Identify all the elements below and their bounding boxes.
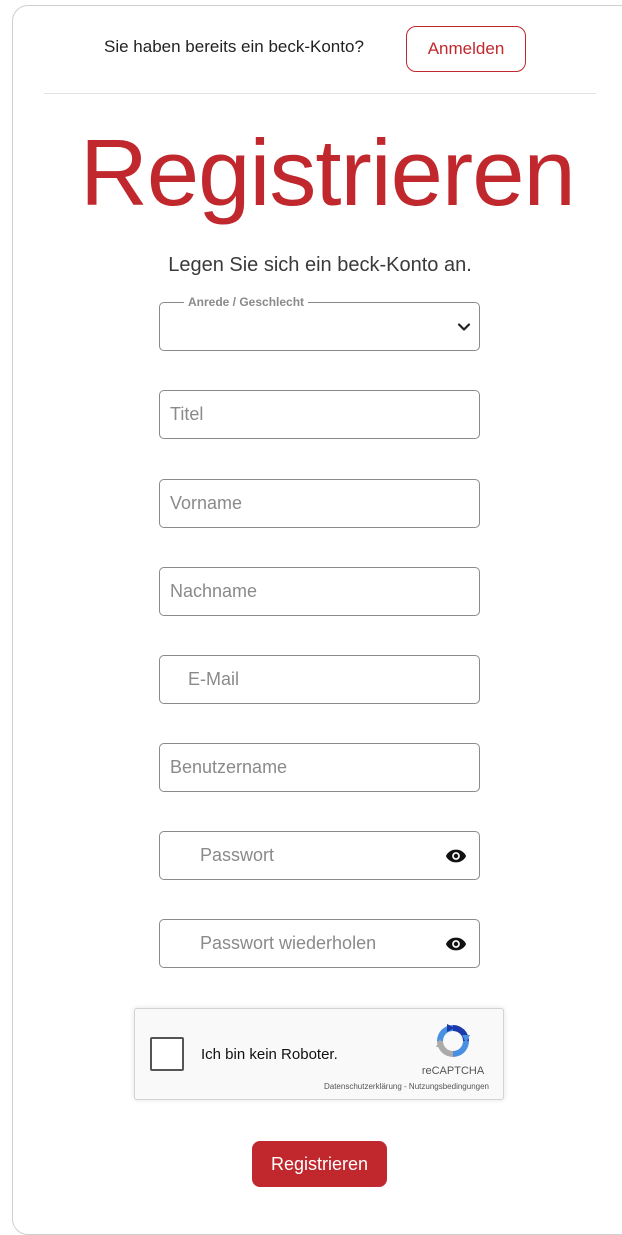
password-repeat-input[interactable] (160, 920, 479, 967)
recaptcha-checkbox[interactable] (150, 1037, 184, 1071)
username-input[interactable] (160, 744, 479, 791)
login-button[interactable]: Anmelden (406, 26, 526, 72)
recaptcha-terms-link[interactable]: Nutzungsbedingungen (409, 1082, 489, 1091)
recaptcha-widget: Ich bin kein Roboter. reCAPTCHA Datensch… (134, 1008, 504, 1100)
recaptcha-link-separator: - (401, 1082, 409, 1091)
recaptcha-links: Datenschutzerklärung - Nutzungsbedingung… (324, 1082, 489, 1091)
recaptcha-logo-icon (436, 1024, 470, 1057)
email-field[interactable] (159, 655, 480, 704)
login-row: Sie haben bereits ein beck-Konto? Anmeld… (0, 26, 622, 72)
title-field[interactable] (159, 390, 480, 439)
username-field[interactable] (159, 743, 480, 792)
salutation-select[interactable] (160, 303, 479, 350)
page-subtitle: Legen Sie sich ein beck-Konto an. (168, 254, 472, 276)
firstname-input[interactable] (160, 480, 479, 527)
lastname-input[interactable] (160, 568, 479, 615)
password-repeat-field[interactable] (159, 919, 480, 968)
recaptcha-privacy-link[interactable]: Datenschutzerklärung (324, 1082, 402, 1091)
title-input[interactable] (160, 391, 479, 438)
salutation-select-field[interactable]: Anrede / Geschlecht (159, 295, 480, 351)
lastname-field[interactable] (159, 567, 480, 616)
login-prompt: Sie haben bereits ein beck-Konto? (104, 37, 364, 56)
salutation-label: Anrede / Geschlecht (184, 295, 309, 309)
eye-icon[interactable] (445, 935, 467, 953)
divider (44, 93, 596, 94)
email-input[interactable] (160, 656, 479, 703)
eye-icon[interactable] (445, 847, 467, 865)
recaptcha-label: Ich bin kein Roboter. (201, 1046, 338, 1063)
password-field[interactable] (159, 831, 480, 880)
firstname-field[interactable] (159, 479, 480, 528)
page-title: Registrieren (80, 120, 576, 225)
register-button[interactable]: Registrieren (252, 1141, 387, 1187)
password-input[interactable] (160, 832, 479, 879)
recaptcha-brand: reCAPTCHA (421, 1065, 485, 1077)
